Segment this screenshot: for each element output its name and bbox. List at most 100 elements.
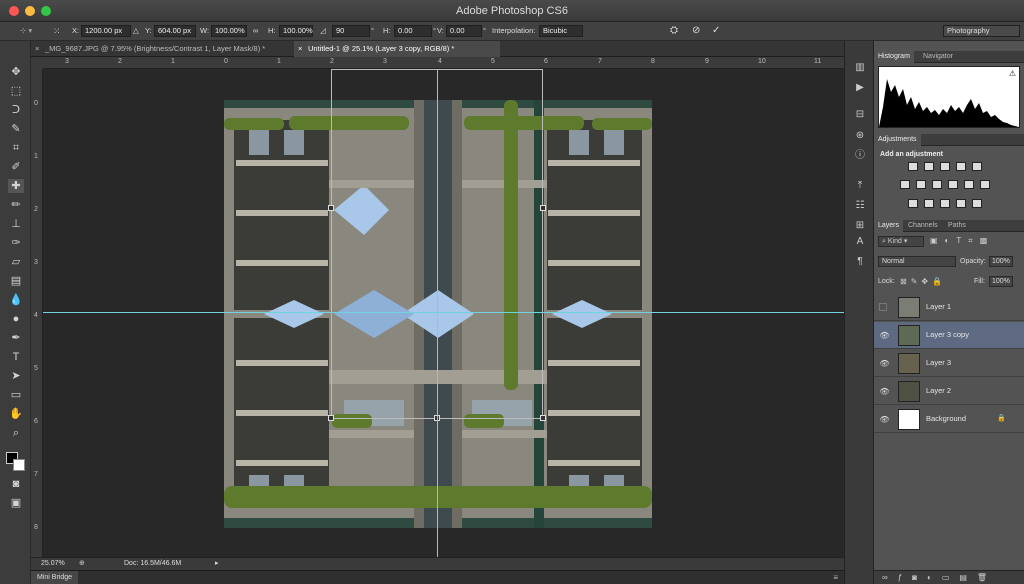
blur-icon[interactable]: 💧 <box>8 293 24 307</box>
link-icon[interactable]: ∞ <box>253 25 258 37</box>
layer-row[interactable]: 👁 Background 🔒 <box>874 406 1024 433</box>
x-field[interactable]: 1200.00 px <box>81 25 131 37</box>
layer-row-selected[interactable]: 👁 Layer 3 copy <box>874 322 1024 349</box>
tab-untitled-1[interactable]: × Untitled-1 @ 25.1% (Layer 3 copy, RGB/… <box>294 41 500 57</box>
screen-mode-icon[interactable]: ▣ <box>8 496 24 510</box>
v-skew-field[interactable]: 0.00 <box>446 25 482 37</box>
hue-icon[interactable] <box>900 180 910 189</box>
status-icon[interactable]: ⊕ <box>79 559 85 567</box>
opacity-field[interactable]: 100% <box>989 256 1013 267</box>
warp-icon[interactable]: ⛭ <box>670 25 678 37</box>
horizontal-guide[interactable] <box>43 312 844 313</box>
gradient-icon[interactable]: ▤ <box>8 274 24 288</box>
tab-channels[interactable]: Channels <box>904 220 942 232</box>
path-select-icon[interactable]: ➤ <box>8 369 24 383</box>
info-icon[interactable]: ⓘ <box>853 149 867 163</box>
tab-layers[interactable]: Layers <box>874 220 904 232</box>
delta-icon[interactable]: △ <box>133 25 139 37</box>
vertical-ruler[interactable]: 0 1 2 3 4 5 6 7 8 <box>31 69 43 557</box>
eraser-icon[interactable]: ▱ <box>8 255 24 269</box>
tab-mg-9687[interactable]: × _MG_9687.JPG @ 7.95% (Brightness/Contr… <box>31 41 294 57</box>
zoom-icon[interactable]: ⌕ <box>8 426 24 440</box>
layer-row[interactable]: 👁 Layer 2 <box>874 378 1024 405</box>
brightness-icon[interactable] <box>908 162 918 171</box>
transform-handle[interactable] <box>328 205 334 211</box>
blend-mode-select[interactable]: Normal <box>878 256 956 267</box>
document-canvas[interactable] <box>43 69 844 557</box>
horizontal-ruler[interactable]: 3 2 1 0 1 2 3 4 5 6 7 8 9 10 11 <box>43 57 844 69</box>
layer-row[interactable]: Layer 1 <box>874 294 1024 321</box>
lock-icons[interactable]: ⊠✎✥🔒 <box>900 277 946 286</box>
transform-handle[interactable] <box>540 205 546 211</box>
layer-name[interactable]: Layer 1 <box>926 302 951 311</box>
curves-icon[interactable] <box>940 162 950 171</box>
layer-name[interactable]: Layer 2 <box>926 386 951 395</box>
tab-histogram[interactable]: Histogram <box>874 51 914 63</box>
transform-handle[interactable] <box>328 415 334 421</box>
marquee-icon[interactable]: ⬚ <box>8 84 24 98</box>
eye-icon[interactable]: 👁 <box>879 387 890 396</box>
vibrance-icon[interactable] <box>972 162 982 171</box>
history-icon[interactable]: ▥ <box>853 61 867 75</box>
selective-color-icon[interactable] <box>956 199 966 208</box>
levels-icon[interactable] <box>924 162 934 171</box>
quick-select-icon[interactable]: ✎ <box>8 122 24 136</box>
lasso-icon[interactable]: ᑐ <box>8 103 24 117</box>
tool-preset-icon[interactable]: ⊹ ▾ <box>20 25 32 37</box>
hand-icon[interactable]: ✋ <box>8 407 24 421</box>
layer-name[interactable]: Background <box>926 414 966 423</box>
shape-icon[interactable]: ▭ <box>8 388 24 402</box>
background-color-swatch[interactable] <box>13 459 25 471</box>
eye-icon[interactable]: 👁 <box>879 359 890 368</box>
eye-icon[interactable]: 👁 <box>879 331 890 340</box>
cancel-transform-icon[interactable]: ⊘ <box>692 25 700 37</box>
h-skew-field[interactable]: 0.00 <box>394 25 432 37</box>
tab-adjustments[interactable]: Adjustments <box>874 134 921 146</box>
layer-name[interactable]: Layer 3 <box>926 358 951 367</box>
quick-mask-icon[interactable]: ◙ <box>8 477 24 491</box>
photo-filter-icon[interactable] <box>948 180 958 189</box>
kind-filter[interactable]: ⌕ Kind ▾ <box>878 236 924 247</box>
layer-footer-icons[interactable]: ∞ƒ◙◐▭▤🗑 <box>882 573 997 582</box>
brush-presets-icon[interactable]: ⊟ <box>853 108 867 122</box>
y-field[interactable]: 604.00 px <box>154 25 196 37</box>
color-balance-icon[interactable] <box>916 180 926 189</box>
eyedropper-icon[interactable]: ✐ <box>8 160 24 174</box>
dodge-icon[interactable]: ● <box>8 312 24 326</box>
gradient-map-icon[interactable] <box>972 199 982 208</box>
layer-comps-icon[interactable]: ⊞ <box>853 219 867 233</box>
vertical-guide[interactable] <box>437 69 438 557</box>
angle-field[interactable]: 90 <box>332 25 370 37</box>
exposure-icon[interactable] <box>956 162 966 171</box>
tab-paths[interactable]: Paths <box>944 220 970 232</box>
properties-icon[interactable]: ☷ <box>853 199 867 213</box>
healing-icon[interactable]: ✚ <box>8 179 24 193</box>
actions-icon[interactable]: ▶ <box>853 81 867 95</box>
tab-navigator[interactable]: Navigator <box>919 51 957 63</box>
h-field[interactable]: 100.00% <box>279 25 313 37</box>
invert-icon[interactable] <box>908 199 918 208</box>
visibility-toggle-icon[interactable] <box>879 303 887 311</box>
commit-transform-icon[interactable]: ✓ <box>712 25 720 37</box>
swatches-icon[interactable]: ⊛ <box>853 129 867 143</box>
interpolation-select[interactable]: Bicubic <box>539 25 583 37</box>
threshold-icon[interactable] <box>940 199 950 208</box>
reference-point-icon[interactable]: ⁙ <box>53 25 61 37</box>
history-brush-icon[interactable]: ✑ <box>8 236 24 250</box>
move-icon[interactable]: ✥ <box>8 65 24 79</box>
fill-field[interactable]: 100% <box>989 276 1013 287</box>
eye-icon[interactable]: 👁 <box>879 415 890 424</box>
clone-stamp-icon[interactable]: ⊥ <box>8 217 24 231</box>
panel-menu-icon[interactable]: ≡ <box>833 573 838 582</box>
transform-handle[interactable] <box>540 415 546 421</box>
w-field[interactable]: 100.00% <box>211 25 247 37</box>
character-icon[interactable]: A <box>853 235 867 249</box>
mini-bridge-tab[interactable]: Mini Bridge <box>31 571 79 584</box>
paragraph-icon[interactable]: ¶ <box>853 255 867 269</box>
close-tab-icon[interactable]: × <box>298 41 302 57</box>
color-lookup-icon[interactable] <box>980 180 990 189</box>
posterize-icon[interactable] <box>924 199 934 208</box>
crop-icon[interactable]: ⌗ <box>8 141 24 155</box>
tool-presets-icon[interactable]: ⤒ <box>853 179 867 193</box>
close-tab-icon[interactable]: × <box>35 41 39 57</box>
